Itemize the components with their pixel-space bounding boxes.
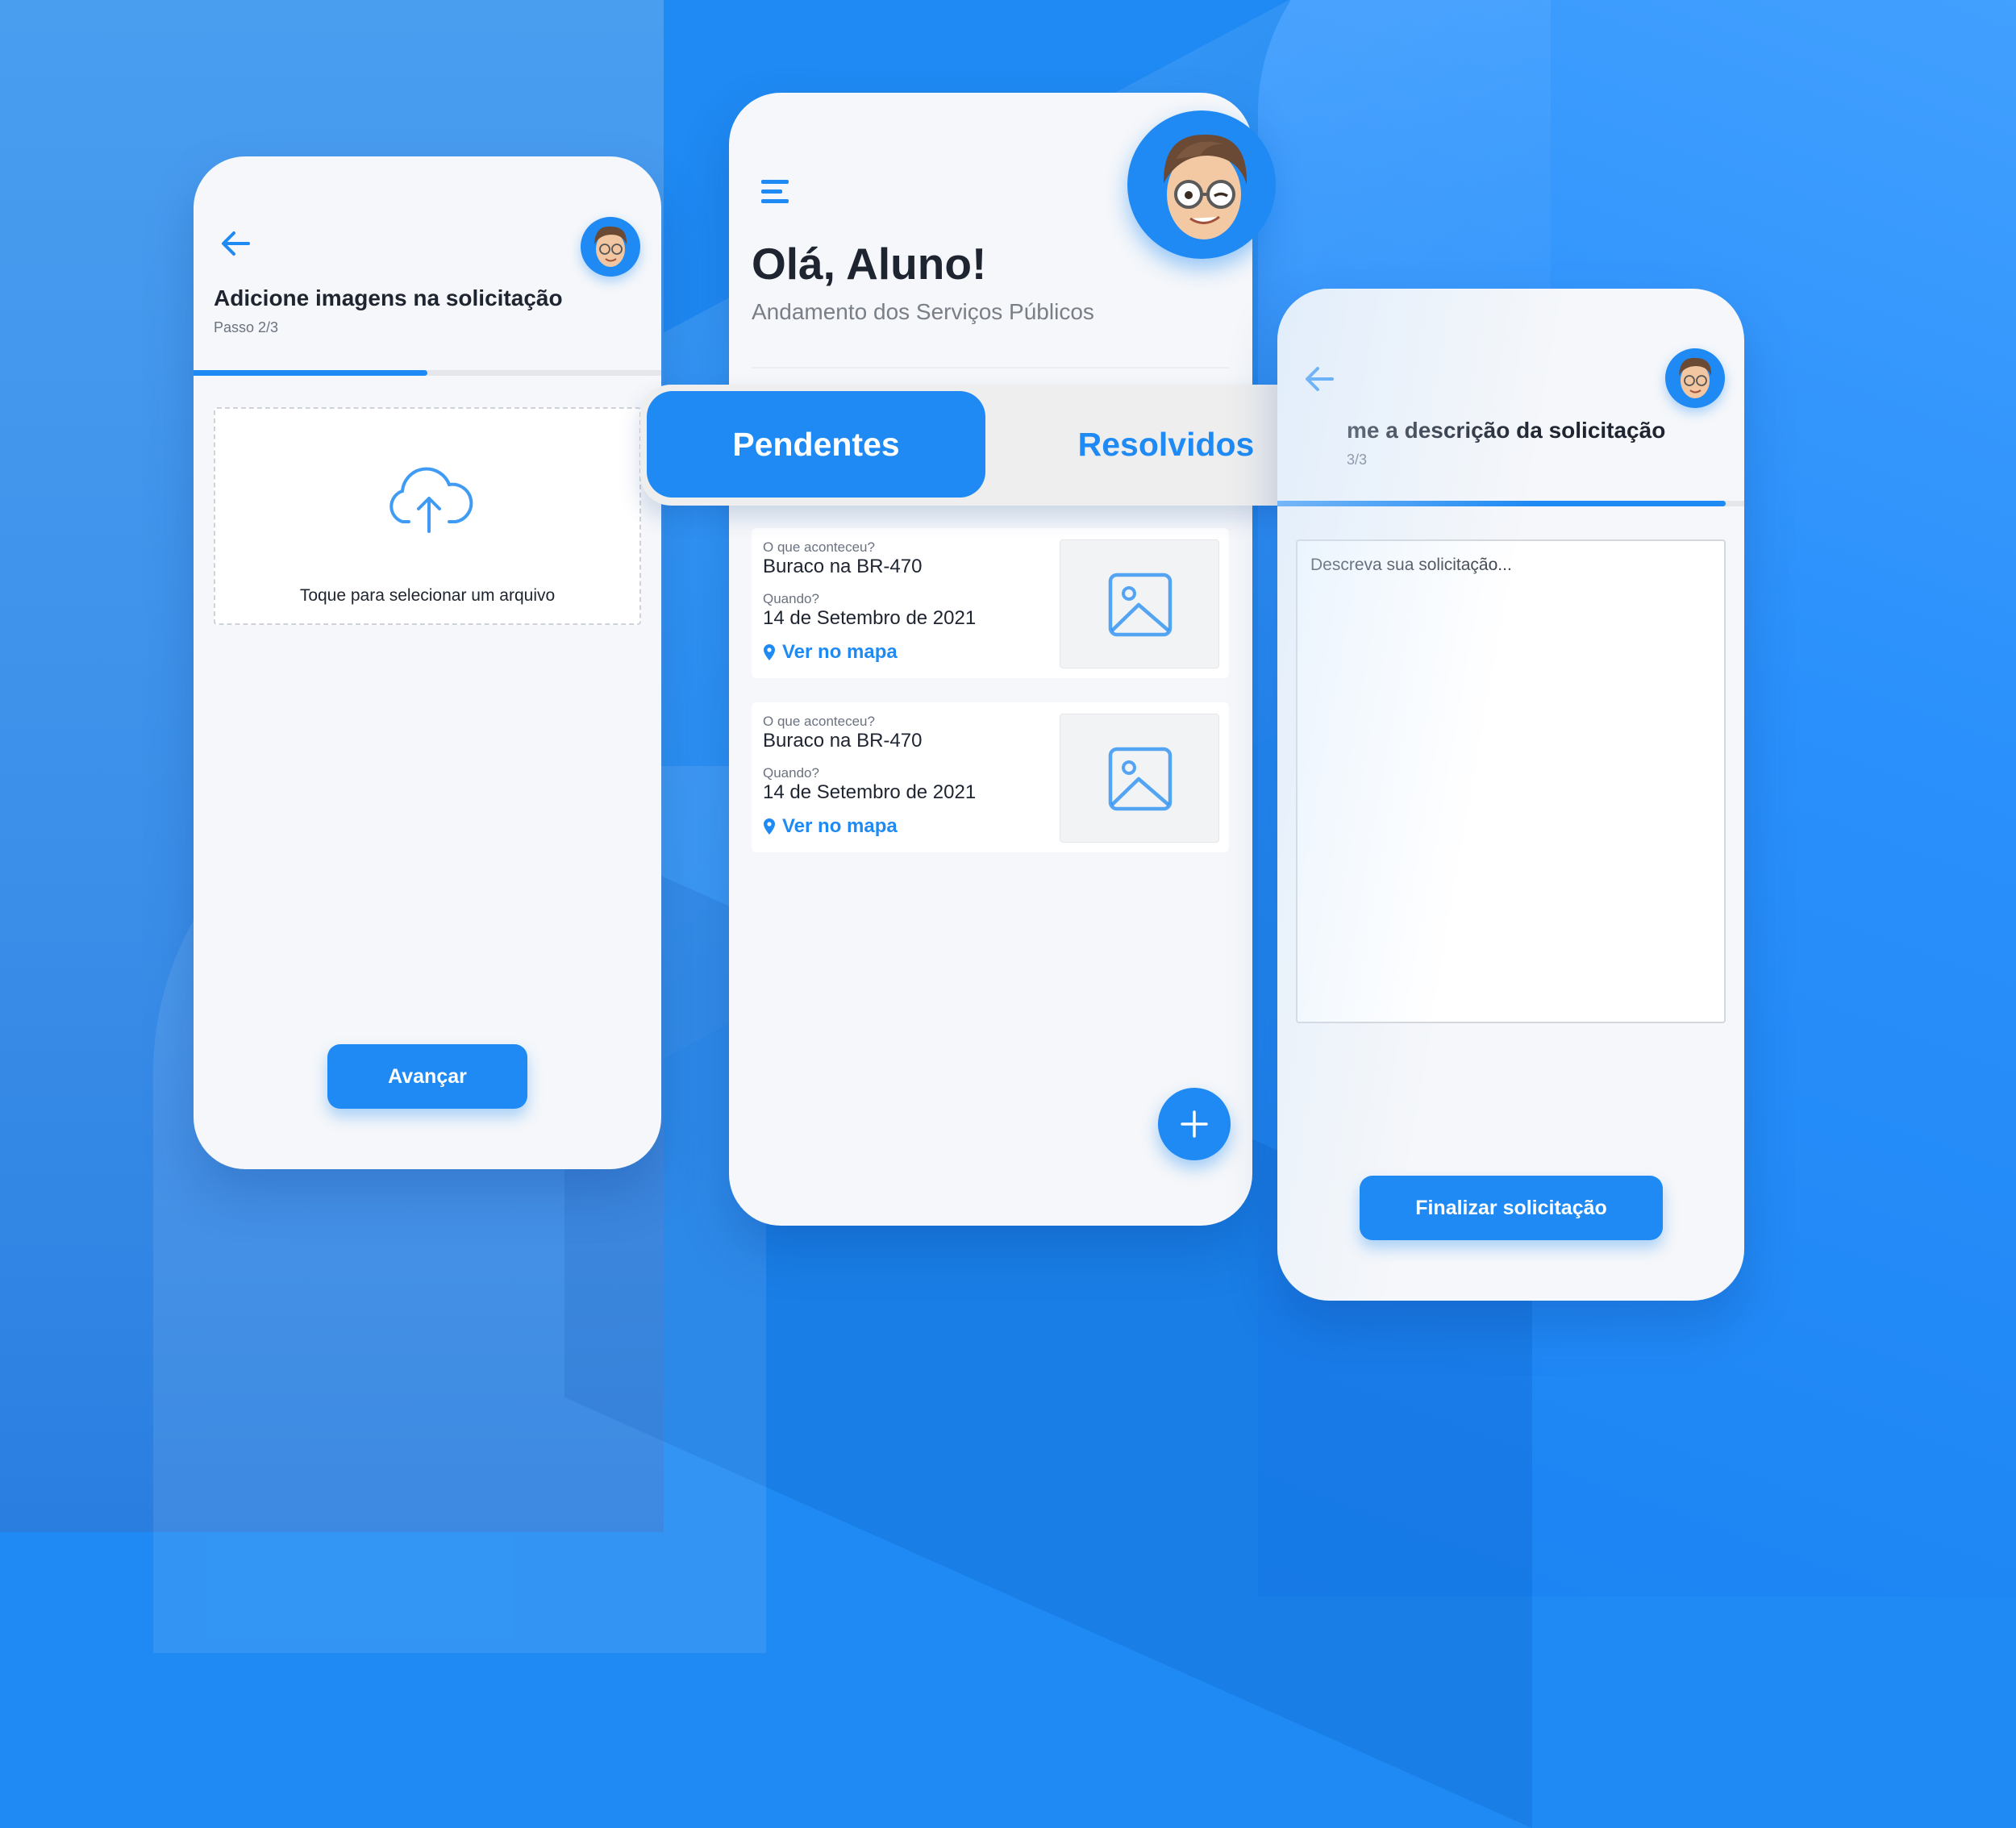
back-arrow-icon[interactable] <box>218 226 253 261</box>
add-request-button[interactable] <box>1158 1088 1231 1160</box>
image-placeholder-icon <box>1108 573 1173 637</box>
progress-bar <box>194 370 661 376</box>
memoji-avatar-icon <box>1679 357 1712 398</box>
hamburger-menu-icon[interactable] <box>761 180 789 204</box>
textarea-placeholder: Descreva sua solicitação... <box>1310 556 1512 574</box>
memoji-avatar-icon <box>1163 134 1248 239</box>
card-date-label: Quando? <box>763 591 819 606</box>
dropzone-label: Toque para selecionar um arquivo <box>299 586 556 605</box>
card-thumbnail[interactable] <box>1060 539 1219 668</box>
view-map-label: Ver no mapa <box>782 815 898 837</box>
next-button[interactable]: Avançar <box>327 1044 527 1109</box>
card-date: 14 de Setembro de 2021 <box>763 607 977 629</box>
page-title: me a descrição da solicitação <box>1347 418 1666 443</box>
page-title: Adicione imagens na solicitação <box>214 285 563 310</box>
avatar[interactable] <box>1665 348 1725 408</box>
tab-pendentes[interactable]: Pendentes <box>647 391 985 498</box>
phone-upload-images: Adicione imagens na solicitação Passo 2/… <box>194 156 661 1169</box>
card-title: Buraco na BR-470 <box>763 556 923 577</box>
greeting-title: Olá, Aluno! <box>752 239 987 289</box>
card-title: Buraco na BR-470 <box>763 730 923 752</box>
greeting-subtitle: Andamento dos Serviços Públicos <box>752 299 1094 324</box>
finish-button[interactable]: Finalizar solicitação <box>1360 1176 1663 1240</box>
image-placeholder-icon <box>1108 747 1173 811</box>
request-card[interactable]: O que aconteceu? Buraco na BR-470 Quando… <box>752 528 1229 678</box>
card-thumbnail[interactable] <box>1060 714 1219 843</box>
map-pin-icon <box>764 818 775 835</box>
description-textarea[interactable]: Descreva sua solicitação... <box>1296 539 1726 1023</box>
avatar[interactable] <box>581 217 640 277</box>
view-map-link[interactable]: Ver no mapa <box>763 641 898 664</box>
plus-icon <box>1181 1110 1208 1138</box>
view-map-label: Ver no mapa <box>782 641 898 663</box>
phone-description: me a descrição da solicitação 3/3 Descre… <box>1277 289 1744 1301</box>
file-dropzone[interactable]: Toque para selecionar um arquivo <box>214 407 641 625</box>
status-tabs: Pendentes Resolvidos <box>640 385 1347 506</box>
memoji-avatar-icon <box>594 226 627 267</box>
map-pin-icon <box>764 644 775 660</box>
cloud-upload-icon <box>389 467 473 533</box>
card-question-label: O que aconteceu? <box>763 714 875 729</box>
back-arrow-icon[interactable] <box>1302 361 1337 397</box>
step-indicator: Passo 2/3 <box>214 319 279 335</box>
progress-bar-fill <box>194 370 427 376</box>
card-date-label: Quando? <box>763 765 819 781</box>
progress-bar <box>1277 501 1744 506</box>
card-date: 14 de Setembro de 2021 <box>763 781 977 803</box>
step-indicator: 3/3 <box>1347 452 1368 468</box>
request-card[interactable]: O que aconteceu? Buraco na BR-470 Quando… <box>752 702 1229 852</box>
profile-avatar[interactable] <box>1127 110 1276 259</box>
view-map-link[interactable]: Ver no mapa <box>763 815 898 838</box>
divider <box>752 367 1229 369</box>
progress-bar-fill <box>1277 501 1726 506</box>
phone-home: Olá, Aluno! Andamento dos Serviços Públi… <box>729 93 1252 1226</box>
card-question-label: O que aconteceu? <box>763 539 875 555</box>
